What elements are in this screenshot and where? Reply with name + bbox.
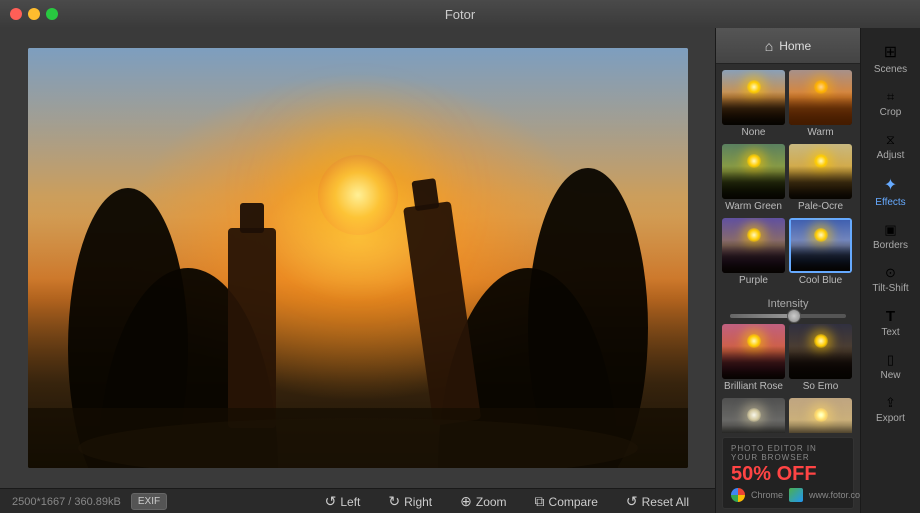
effects-row-2: Warm Green Pale-Ocre	[722, 144, 854, 214]
intensity-fill	[730, 314, 794, 318]
rotate-right-label: Right	[404, 495, 432, 509]
rotate-left-button[interactable]: ↺ Left	[311, 489, 375, 513]
sidebar-item-export[interactable]: ⇪ Export	[861, 389, 920, 430]
compare-icon: ⧉	[535, 493, 545, 510]
window-controls[interactable]	[10, 8, 58, 20]
zoom-button[interactable]: ⊕ Zoom	[446, 489, 520, 513]
effect-none[interactable]: None	[722, 70, 785, 140]
intensity-thumb[interactable]	[787, 309, 801, 323]
ad-banner[interactable]: PHOTO EDITOR IN YOUR BROWSER 50% OFF Chr…	[722, 437, 854, 509]
effect-pale-ocre-label: Pale-Ocre	[789, 199, 852, 214]
new-label: New	[880, 370, 900, 381]
zoom-icon: ⊕	[460, 493, 472, 510]
effect-sepia[interactable]: Sepia	[789, 398, 852, 433]
right-sidebar: ⊞ Scenes ⌗ Crop ⧖ Adjust ✦ Effects ▣ Bor…	[860, 28, 920, 513]
tilt-shift-icon: ⊙	[885, 265, 896, 281]
sidebar-item-borders[interactable]: ▣ Borders	[861, 216, 920, 257]
effect-none-label: None	[722, 125, 785, 140]
close-button[interactable]	[10, 8, 22, 20]
image-container	[0, 28, 715, 488]
effects-row-5: Inkwell Sepia	[722, 398, 854, 433]
reset-label: Reset All	[642, 495, 689, 509]
home-label: Home	[779, 39, 811, 53]
effect-so-emo-label: So Emo	[789, 379, 852, 394]
chrome-icon	[731, 488, 745, 502]
new-icon: ▯	[887, 352, 894, 368]
effect-so-emo[interactable]: So Emo	[789, 324, 852, 394]
sidebar-item-crop[interactable]: ⌗ Crop	[861, 83, 920, 124]
scenes-icon: ⊞	[884, 42, 897, 62]
effect-purple[interactable]: Purple	[722, 218, 785, 288]
rotate-left-icon: ↺	[325, 493, 337, 510]
text-label: Text	[881, 327, 899, 338]
rotate-left-label: Left	[340, 495, 360, 509]
reset-icon: ↺	[626, 493, 638, 510]
ad-chrome-label: Chrome	[751, 490, 783, 500]
effect-cool-blue[interactable]: Cool Blue	[789, 218, 852, 288]
canvas-area: 2500*1667 / 360.89kB EXIF ↺ Left ↻ Right…	[0, 28, 715, 513]
maximize-button[interactable]	[46, 8, 58, 20]
image-info: 2500*1667 / 360.89kB	[12, 496, 121, 508]
tilt-shift-label: Tilt-Shift	[872, 283, 908, 294]
bottom-toolbar: 2500*1667 / 360.89kB EXIF ↺ Left ↻ Right…	[0, 488, 715, 513]
effect-warm[interactable]: Warm	[789, 70, 852, 140]
effect-warm-label: Warm	[789, 125, 852, 140]
export-icon: ⇪	[885, 395, 896, 411]
effect-brilliant-rose-label: Brilliant Rose	[722, 379, 785, 394]
ad-discount: 50% OFF	[731, 464, 845, 484]
photo-frame	[28, 48, 688, 468]
sidebar-item-effects[interactable]: ✦ Effects	[861, 169, 920, 214]
ad-bottom: Chrome www.fotor.com	[731, 488, 845, 502]
effects-row-1: None Warm	[722, 70, 854, 140]
effects-row-3: Purple Cool Blue	[722, 218, 854, 288]
zoom-label: Zoom	[476, 495, 507, 509]
exif-badge[interactable]: EXIF	[131, 493, 167, 510]
adjust-icon: ⧖	[886, 132, 895, 148]
effect-warm-green[interactable]: Warm Green	[722, 144, 785, 214]
borders-label: Borders	[873, 240, 908, 251]
effect-warm-green-label: Warm Green	[722, 199, 785, 214]
effect-pale-ocre[interactable]: Pale-Ocre	[789, 144, 852, 214]
compare-button[interactable]: ⧉ Compare	[521, 489, 612, 513]
effect-cool-blue-label: Cool Blue	[789, 273, 852, 288]
sidebar-item-tilt-shift[interactable]: ⊙ Tilt-Shift	[861, 259, 920, 300]
ad-top-label: PHOTO EDITOR IN YOUR BROWSER	[731, 444, 845, 462]
photo-silhouette	[28, 48, 688, 468]
effects-label: Effects	[875, 197, 905, 208]
compare-label: Compare	[549, 495, 598, 509]
ad-site-label: www.fotor.com	[809, 490, 860, 500]
sidebar-item-scenes[interactable]: ⊞ Scenes	[861, 36, 920, 81]
home-icon: ⌂	[765, 38, 773, 54]
effects-panel: ⌂ Home None	[715, 28, 860, 513]
borders-icon: ▣	[884, 222, 896, 238]
adjust-label: Adjust	[877, 150, 905, 161]
effect-brilliant-rose[interactable]: Brilliant Rose	[722, 324, 785, 394]
intensity-section: Intensity	[722, 292, 854, 324]
effects-icon: ✦	[884, 175, 897, 195]
intensity-label: Intensity	[730, 298, 846, 310]
reset-button[interactable]: ↺ Reset All	[612, 489, 703, 513]
effect-purple-label: Purple	[722, 273, 785, 288]
home-button[interactable]: ⌂ Home	[716, 28, 860, 64]
sidebar-item-adjust[interactable]: ⧖ Adjust	[861, 126, 920, 167]
main-content: 2500*1667 / 360.89kB EXIF ↺ Left ↻ Right…	[0, 28, 920, 513]
crop-icon: ⌗	[887, 89, 894, 105]
minimize-button[interactable]	[28, 8, 40, 20]
fotor-icon	[789, 488, 803, 502]
sidebar-item-new[interactable]: ▯ New	[861, 346, 920, 387]
rotate-right-icon: ↻	[388, 493, 400, 510]
effects-grid: None Warm	[716, 64, 860, 433]
sidebar-item-text[interactable]: T Text	[861, 302, 920, 344]
text-icon: T	[886, 308, 895, 325]
effect-inkwell[interactable]: Inkwell	[722, 398, 785, 433]
export-label: Export	[876, 413, 905, 424]
titlebar: Fotor	[0, 0, 920, 28]
effects-row-4: Brilliant Rose So Emo	[722, 324, 854, 394]
app-title: Fotor	[445, 7, 475, 22]
intensity-slider[interactable]	[730, 314, 846, 318]
crop-label: Crop	[880, 107, 902, 118]
rotate-right-button[interactable]: ↻ Right	[374, 489, 446, 513]
scenes-label: Scenes	[874, 64, 907, 75]
